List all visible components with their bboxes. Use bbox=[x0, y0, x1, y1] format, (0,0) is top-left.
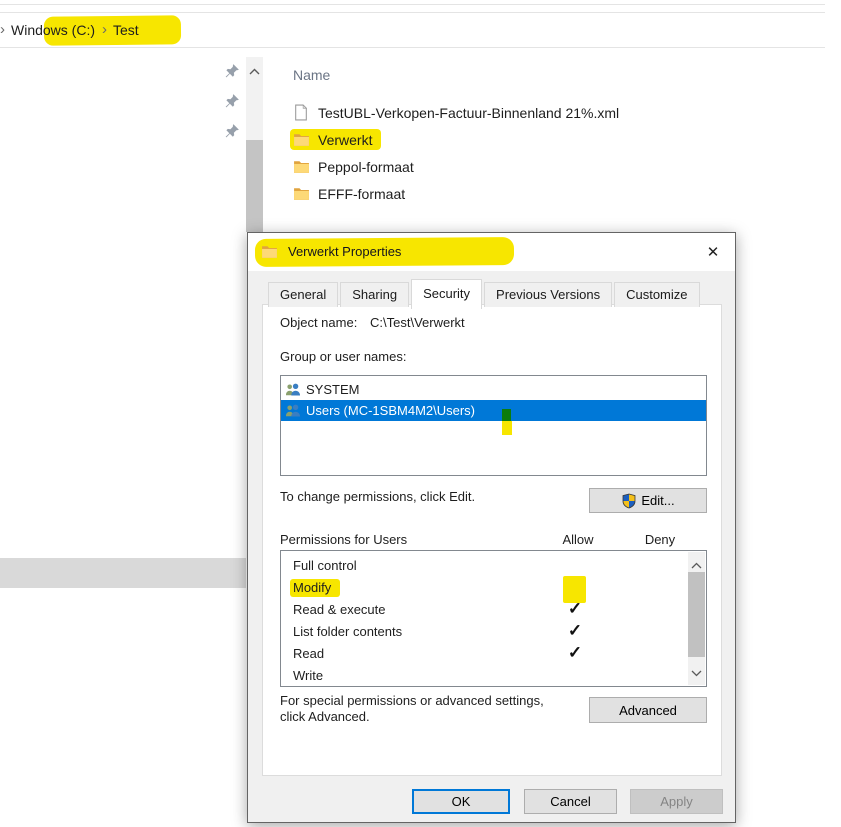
permission-name: Modify bbox=[281, 580, 530, 595]
advanced-hint-text: For special permissions or advanced sett… bbox=[280, 693, 590, 725]
permission-name: List folder contents bbox=[281, 624, 530, 639]
group-list[interactable]: SYSTEM Users (MC-1SBM4M2\Users) bbox=[280, 375, 707, 476]
file-name: EFFF-formaat bbox=[318, 186, 405, 202]
allow-cell[interactable]: ✓ bbox=[530, 621, 620, 641]
pin-icon[interactable] bbox=[224, 93, 240, 109]
scroll-up-icon[interactable] bbox=[691, 557, 702, 572]
file-row-inner: Verwerkt bbox=[290, 129, 381, 150]
tab-general[interactable]: General bbox=[268, 282, 338, 307]
chevron-right-icon: › bbox=[102, 21, 107, 38]
file-row[interactable]: EFFF-formaat bbox=[293, 180, 713, 207]
permission-name: Read bbox=[281, 646, 530, 661]
group-names-label: Group or user names: bbox=[280, 349, 406, 364]
permission-row[interactable]: Full control bbox=[281, 554, 688, 576]
pin-icon[interactable] bbox=[224, 63, 240, 79]
advanced-button[interactable]: Advanced bbox=[589, 697, 707, 723]
scrollbar-thumb[interactable] bbox=[688, 572, 705, 657]
file-row-inner: TestUBL-Verkopen-Factuur-Binnenland 21%.… bbox=[290, 102, 628, 123]
column-header-name[interactable]: Name bbox=[293, 67, 330, 83]
file-name: Verwerkt bbox=[318, 132, 372, 148]
file-row-inner: Peppol-formaat bbox=[290, 156, 423, 177]
quick-access-pins bbox=[224, 63, 240, 153]
file-list: TestUBL-Verkopen-Factuur-Binnenland 21%.… bbox=[293, 99, 713, 207]
permission-row[interactable]: List folder contents ✓ bbox=[281, 620, 688, 642]
permission-name: Read & execute bbox=[281, 602, 530, 617]
permissions-scrollbar[interactable] bbox=[688, 552, 705, 685]
edit-button[interactable]: Edit... bbox=[589, 488, 707, 513]
security-tab-page: Object name: C:\Test\Verwerkt Group or u… bbox=[262, 304, 722, 776]
annotation-green-mark bbox=[502, 409, 511, 421]
object-name-label: Object name: bbox=[280, 315, 370, 330]
annotation-yellow-mark bbox=[502, 421, 512, 435]
sidebar-selected-row[interactable] bbox=[0, 558, 246, 588]
edit-button-label: Edit... bbox=[641, 493, 674, 508]
ok-button[interactable]: OK bbox=[412, 789, 510, 814]
permission-name: Write bbox=[281, 668, 530, 683]
checkmark-icon: ✓ bbox=[568, 643, 582, 662]
address-bar[interactable]: › Windows (C:) › Test bbox=[0, 13, 825, 48]
file-row[interactable]: Verwerkt bbox=[293, 126, 713, 153]
folder-icon bbox=[261, 243, 278, 260]
tab-previous-versions[interactable]: Previous Versions bbox=[484, 282, 612, 307]
permission-row[interactable]: Read ✓ bbox=[281, 642, 688, 664]
edit-hint-text: To change permissions, click Edit. bbox=[280, 489, 475, 504]
tab-customize[interactable]: Customize bbox=[614, 282, 699, 307]
tab-strip: GeneralSharingSecurityPrevious VersionsC… bbox=[268, 279, 700, 307]
properties-dialog: Verwerkt Properties ✕ GeneralSharingSecu… bbox=[247, 232, 736, 823]
folder-icon bbox=[293, 158, 310, 175]
close-icon[interactable]: ✕ bbox=[698, 238, 728, 266]
breadcrumb: › Windows (C:) › Test bbox=[0, 13, 139, 47]
dialog-titlebar[interactable]: Verwerkt Properties ✕ bbox=[248, 233, 735, 271]
permission-name: Full control bbox=[281, 558, 530, 573]
scroll-up-icon[interactable] bbox=[249, 62, 260, 80]
permission-row[interactable]: Write bbox=[281, 664, 688, 686]
cancel-button[interactable]: Cancel bbox=[524, 789, 617, 814]
allow-column-header: Allow bbox=[553, 532, 603, 547]
permissions-list[interactable]: Full controlModifyRead & execute✓List fo… bbox=[280, 550, 707, 687]
file-row[interactable]: Peppol-formaat bbox=[293, 153, 713, 180]
xml-file-icon bbox=[293, 104, 310, 121]
permissions-rows: Full controlModifyRead & execute✓List fo… bbox=[281, 554, 688, 686]
users-icon bbox=[285, 403, 301, 419]
folder-icon bbox=[293, 185, 310, 202]
tab-security[interactable]: Security bbox=[411, 279, 482, 309]
allow-cell[interactable]: ✓ bbox=[530, 599, 620, 619]
group-row[interactable]: SYSTEM bbox=[281, 379, 706, 400]
apply-button[interactable]: Apply bbox=[630, 789, 723, 814]
permission-row[interactable]: Read & execute ✓ bbox=[281, 598, 688, 620]
object-name-value: C:\Test\Verwerkt bbox=[370, 315, 465, 330]
group-name: Users (MC-1SBM4M2\Users) bbox=[306, 403, 475, 418]
uac-shield-icon bbox=[621, 493, 637, 509]
file-row-inner: EFFF-formaat bbox=[290, 183, 414, 204]
pin-icon[interactable] bbox=[224, 123, 240, 139]
users-icon bbox=[285, 382, 301, 398]
permissions-title: Permissions for Users bbox=[280, 532, 407, 547]
breadcrumb-item-current[interactable]: Test bbox=[113, 22, 139, 38]
scrollbar-thumb[interactable] bbox=[246, 140, 263, 232]
checkmark-icon: ✓ bbox=[568, 621, 582, 640]
group-name: SYSTEM bbox=[306, 382, 359, 397]
allow-cell[interactable]: ✓ bbox=[530, 643, 620, 663]
chevron-right-icon[interactable]: › bbox=[0, 21, 5, 38]
folder-icon bbox=[293, 131, 310, 148]
file-row[interactable]: TestUBL-Verkopen-Factuur-Binnenland 21%.… bbox=[293, 99, 713, 126]
tab-sharing[interactable]: Sharing bbox=[340, 282, 409, 307]
sidebar-scrollbar[interactable] bbox=[246, 57, 263, 232]
breadcrumb-item-root[interactable]: Windows (C:) bbox=[11, 22, 95, 38]
group-row[interactable]: Users (MC-1SBM4M2\Users) bbox=[281, 400, 706, 421]
file-name: TestUBL-Verkopen-Factuur-Binnenland 21%.… bbox=[318, 105, 619, 121]
permission-row[interactable]: Modify bbox=[281, 576, 688, 598]
dialog-title: Verwerkt Properties bbox=[288, 233, 401, 270]
toolbar-divider bbox=[0, 4, 825, 5]
file-name: Peppol-formaat bbox=[318, 159, 414, 175]
checkmark-icon: ✓ bbox=[568, 599, 582, 618]
scroll-down-icon[interactable] bbox=[691, 665, 702, 680]
deny-column-header: Deny bbox=[635, 532, 685, 547]
